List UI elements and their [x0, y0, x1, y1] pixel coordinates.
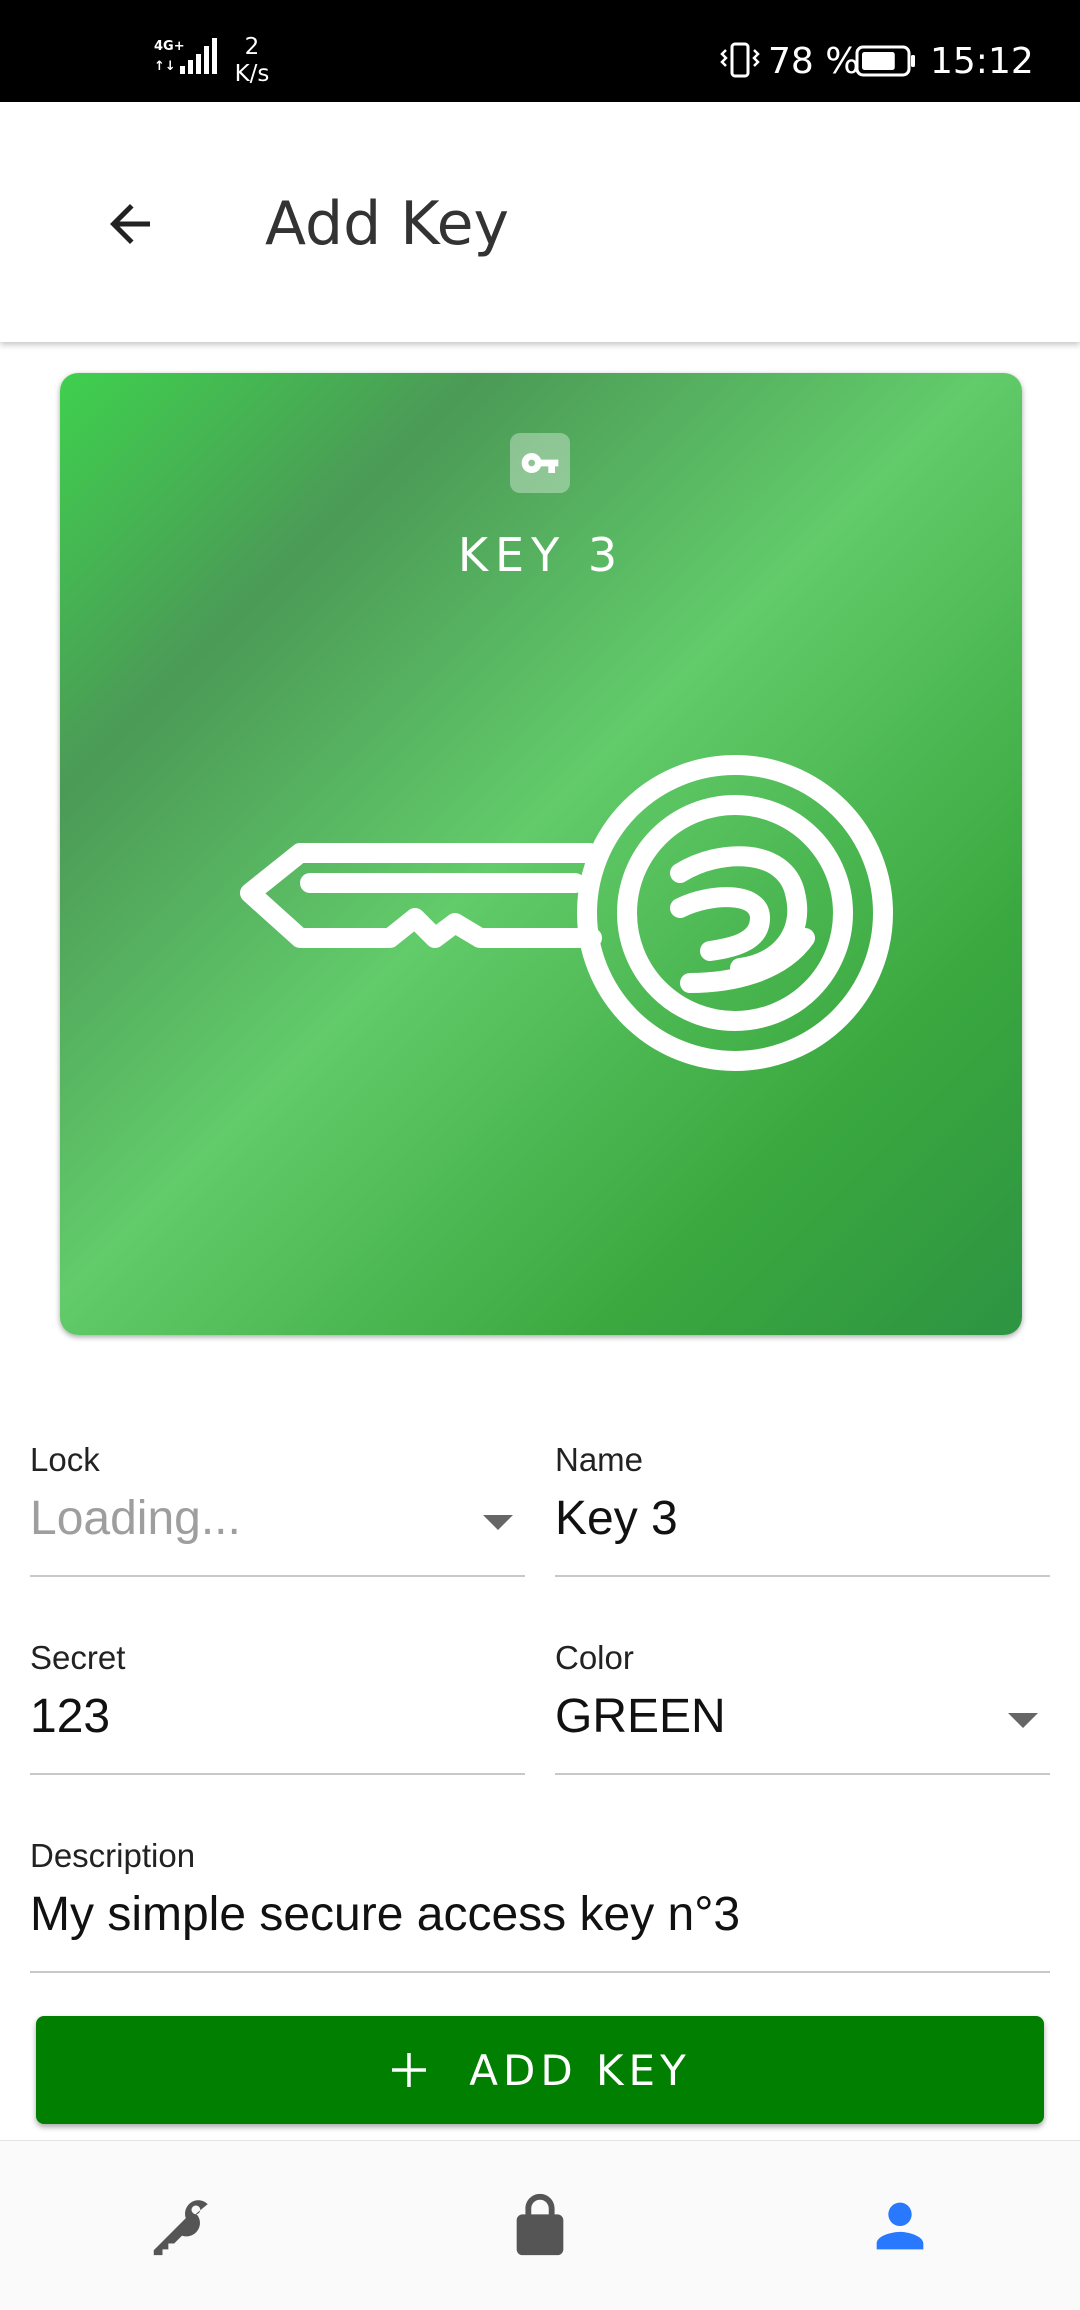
name-label: Name — [555, 1441, 644, 1478]
lock-select[interactable]: Lock Loading... — [30, 1440, 525, 1577]
network-speed: 2 K/s — [232, 34, 272, 88]
color-label: Color — [555, 1639, 634, 1676]
lock-label: Lock — [30, 1441, 100, 1478]
arrow-back-icon — [110, 204, 150, 244]
key-illustration — [240, 755, 893, 1071]
svg-text:4G+: 4G+ — [154, 39, 185, 54]
name-value: Key 3 — [555, 1492, 678, 1545]
person-icon — [876, 2202, 924, 2250]
battery-icon — [855, 45, 915, 77]
secret-label: Secret — [30, 1639, 126, 1676]
card-title: KEY 3 — [457, 528, 625, 582]
secret-value: 123 — [30, 1690, 111, 1743]
add-key-label: ADD KEY — [469, 2045, 691, 2095]
lock-placeholder: Loading... — [30, 1492, 241, 1545]
svg-text:↑↓: ↑↓ — [154, 59, 176, 74]
nav-item-profile[interactable] — [720, 2141, 1080, 2310]
chevron-down-icon — [1008, 1713, 1038, 1728]
signal-icon: 4G+ ↑↓ — [154, 38, 217, 74]
description-label: Description — [30, 1837, 196, 1874]
name-field[interactable]: Name Key 3 — [555, 1440, 1050, 1577]
secret-field[interactable]: Secret 123 — [30, 1638, 525, 1775]
clock: 15:12 — [930, 41, 1034, 82]
page-title: Add Key — [265, 189, 510, 259]
status-bar: 4G+ ↑↓ 2 K/s 78 % 15:12 — [0, 0, 1080, 102]
lock-icon — [516, 2193, 564, 2256]
bottom-navigation — [0, 2140, 1080, 2310]
key-icon — [153, 2200, 208, 2256]
back-button[interactable] — [92, 186, 168, 262]
color-value: GREEN — [555, 1690, 726, 1743]
vpn-key-icon — [521, 453, 559, 473]
description-value: My simple secure access key n°3 — [30, 1888, 741, 1941]
network-speed-unit: K/s — [234, 61, 270, 87]
battery-percent: 78 % — [768, 41, 860, 82]
color-select[interactable]: Color GREEN — [555, 1638, 1050, 1775]
key-preview-card: KEY 3 — [60, 373, 1022, 1335]
nav-item-keys[interactable] — [0, 2141, 360, 2310]
plus-icon — [392, 2053, 427, 2087]
app-bar: Add Key — [0, 102, 1080, 342]
nav-item-locks[interactable] — [360, 2141, 720, 2310]
network-speed-value: 2 — [244, 34, 260, 60]
card-badge — [510, 433, 570, 493]
chevron-down-icon — [483, 1515, 513, 1530]
add-key-button[interactable]: ADD KEY — [36, 2016, 1044, 2124]
description-field[interactable]: Description My simple secure access key … — [30, 1836, 1050, 1973]
vibrate-icon — [720, 42, 760, 78]
